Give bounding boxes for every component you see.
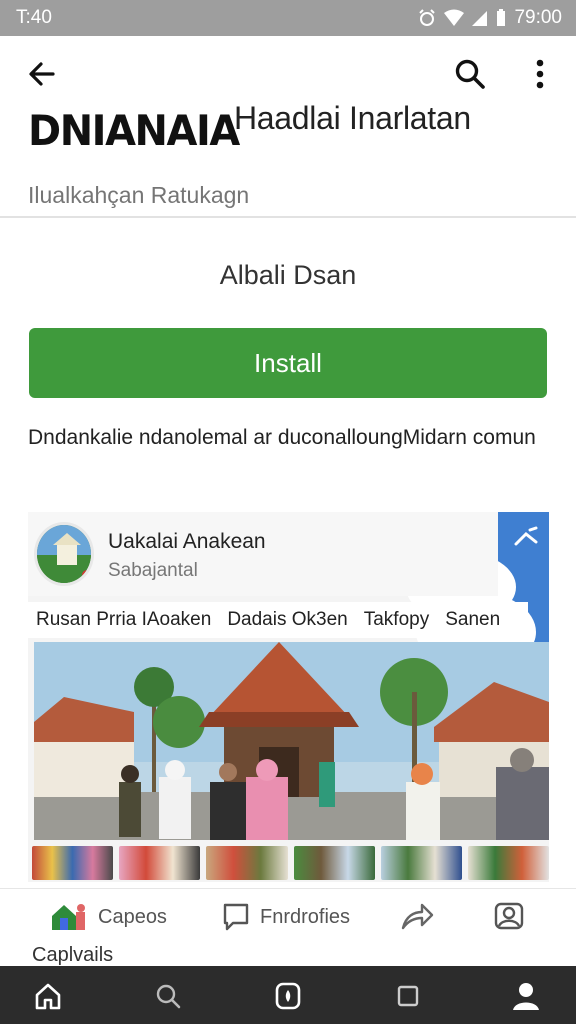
card-title: Uakalai Anakean	[108, 530, 266, 553]
search-icon	[455, 59, 485, 89]
more-vert-icon	[536, 59, 544, 89]
card-photo	[34, 642, 549, 840]
chevron-icon	[514, 526, 538, 546]
app-subtitle: Ilualkahçan Ratukagn	[28, 182, 250, 208]
action-capeos[interactable]: Capeos	[50, 899, 167, 935]
home-icon	[35, 983, 61, 1010]
nav-apps[interactable]	[270, 978, 306, 1014]
card-caption-bar: Rusan Prria IAoaken Dadais Ok3en Takfopy…	[28, 602, 528, 638]
search-button[interactable]	[450, 56, 490, 92]
thumbnail[interactable]	[467, 846, 549, 880]
thumbnail[interactable]	[293, 846, 375, 880]
battery-icon	[497, 9, 506, 26]
status-time-right: 79:00	[514, 7, 562, 28]
app-description: Dndankalie ndanolemal ar duconalloungMid…	[28, 426, 536, 449]
action-fnrdrofies-label: Fnrdrofies	[260, 905, 351, 928]
thumbnail[interactable]	[32, 846, 114, 880]
thumbnail[interactable]	[206, 846, 288, 880]
caption-2: Dadais Ok3en	[227, 609, 348, 630]
caption-1: Rusan Prria IAoaken	[36, 609, 212, 630]
action-capeos-label: Capeos	[98, 905, 167, 928]
action-fnrdrofies[interactable]: Fnrdrofies	[222, 899, 350, 935]
wifi-icon	[444, 9, 465, 26]
nav-recents[interactable]	[390, 978, 426, 1014]
install-button[interactable]: Install	[29, 328, 547, 398]
action-profile[interactable]	[492, 899, 526, 935]
featured-card[interactable]: Uakalai Anakean Sabajantal Rusan Prria I…	[28, 512, 549, 882]
chat-bubble-icon	[223, 903, 249, 931]
profile-icon	[494, 902, 524, 930]
section-label: Caplvails	[32, 944, 114, 966]
status-bar: T:40 79:00	[0, 0, 576, 36]
status-icons: 79:00	[418, 7, 562, 29]
header-divider	[0, 216, 576, 218]
caption-3: Takfopy	[363, 609, 430, 630]
app-title: Haadlai Inarlatan	[234, 100, 471, 136]
app-drawer-icon	[275, 982, 301, 1010]
nav-search[interactable]	[150, 978, 186, 1014]
share-icon	[401, 903, 434, 930]
app-logo: DNIANAIA	[28, 106, 240, 155]
status-time-left: T:40	[16, 7, 52, 28]
thumbnail[interactable]	[380, 846, 462, 880]
system-nav-bar	[0, 966, 576, 1024]
back-button[interactable]	[24, 56, 60, 92]
recents-icon	[397, 985, 419, 1007]
nav-account[interactable]	[508, 978, 544, 1014]
developer-name[interactable]: Albali Dsan	[0, 260, 576, 291]
search-icon	[156, 984, 181, 1009]
alarm-icon	[419, 9, 436, 26]
more-options-button[interactable]	[524, 56, 556, 92]
card-thumbnail-strip[interactable]	[32, 846, 549, 882]
caption-4: Sanen	[445, 609, 501, 630]
card-subtitle: Sabajantal	[108, 560, 198, 581]
house-icon	[52, 904, 85, 930]
card-collapse-button[interactable]	[512, 524, 540, 552]
nav-home[interactable]	[30, 978, 66, 1014]
card-avatar	[34, 522, 94, 586]
back-arrow-icon	[29, 62, 55, 86]
card-header	[28, 512, 498, 596]
action-bar: Capeos Fnrdrofies	[0, 888, 576, 942]
thumbnail[interactable]	[119, 846, 201, 880]
account-icon	[513, 983, 539, 1010]
signal-icon	[472, 11, 488, 26]
action-share[interactable]	[400, 899, 434, 935]
